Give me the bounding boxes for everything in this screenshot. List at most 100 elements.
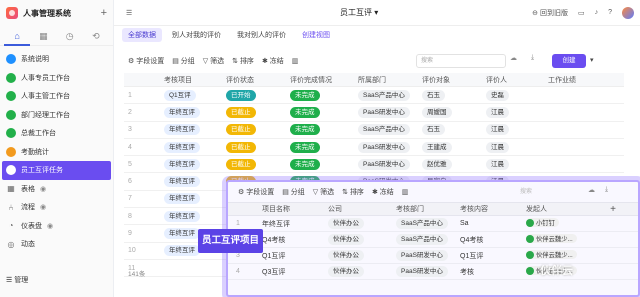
table-cell[interactable]: 小钉钉 [526,218,606,229]
table-cell[interactable]: 1 [228,220,262,227]
add-icon[interactable]: + [101,7,107,19]
freeze-button[interactable]: ✱ 冻结 [262,56,284,66]
popup-table-row[interactable]: 4 Q3互评 伙伴办公 PaaS研发中心 考核 伙伴云魏少... [228,264,638,280]
table-cell[interactable]: 伙伴办公 [328,218,396,229]
sidebar-section-dashboard[interactable]: ◔ 仪表盘 ◉ [0,217,113,236]
cloud-upload-icon[interactable]: ☁ [510,54,517,62]
eye-icon[interactable]: ◉ [47,222,53,230]
download-icon[interactable]: ⤓ [531,54,534,62]
table-cell[interactable]: Q4考核 [262,235,328,245]
chevron-down-icon[interactable]: ▾ [590,56,594,64]
table-row[interactable]: 3 年终互评 已截止 未完成 SaaS产品中心 石玉 江晨 [124,122,624,139]
table-cell[interactable]: 未完成 [290,106,358,118]
manage-button[interactable]: ☰ 管理 [6,275,28,285]
cloud-upload-icon[interactable]: ☁ [588,186,595,194]
popup-table-row[interactable]: 1 年终互评 伙伴办公 SaaS产品中心 Sa 小钉钉 [228,216,638,232]
tab-others-rate-me[interactable]: 别人对我的评价 [166,28,227,42]
table-cell[interactable]: 石玉 [422,124,486,136]
table-cell[interactable]: SaaS产品中心 [396,218,460,229]
table-cell[interactable]: 史磊 [486,89,548,101]
table-row[interactable]: 5 年终互评 已截止 未完成 PaaS研发中心 赵优雅 江晨 [124,156,624,174]
menu-icon[interactable]: ☰ [126,9,132,17]
table-row[interactable]: 2 年终互评 已截止 未完成 PaaS研发中心 周嫒国 江晨 [124,104,624,122]
header-cell[interactable]: 评价完成情况 [290,75,358,85]
table-cell[interactable]: 伙伴办公 [328,250,396,261]
table-cell[interactable]: 未完成 [290,124,358,136]
group-button[interactable]: ▤ 分组 [282,187,305,197]
header-cell[interactable]: 项目名称 [262,204,328,214]
create-button[interactable]: 创建 [552,54,586,68]
sort-button[interactable]: ⇅ 排序 [232,56,254,66]
table-cell[interactable]: Sa [460,220,526,227]
home-tab-icon[interactable]: ⌂ [4,26,31,46]
sync-tab-icon[interactable]: ⟲ [83,26,109,46]
table-cell[interactable]: 年终互评 [164,210,226,222]
doc-icon[interactable]: ▭ [578,9,585,17]
table-cell[interactable]: 已截止 [226,106,290,118]
sidebar-section-table[interactable]: ▦ 表格 ◉ [0,180,113,199]
table-cell[interactable]: Q1互评 [460,251,526,261]
header-cell[interactable]: 考核项目 [164,75,226,85]
table-cell[interactable]: 周嫒国 [422,106,486,118]
table-cell[interactable]: PaaS研发中心 [358,141,422,153]
table-cell[interactable]: PaaS研发中心 [358,106,422,118]
search-input[interactable]: 搜索 [416,54,506,68]
table-cell[interactable]: Q1互评 [262,251,328,261]
table-cell[interactable]: PaaS研发中心 [396,266,460,277]
table-cell[interactable]: 伙伴云魏少... [526,250,606,261]
table-cell[interactable]: 江晨 [486,141,548,153]
chart-icon[interactable]: ▥ [292,57,299,65]
table-cell[interactable]: 王建成 [422,141,486,153]
table-cell[interactable]: 伙伴云魏少... [526,234,606,245]
eye-icon[interactable]: ◉ [40,203,46,211]
table-cell[interactable]: 未完成 [290,158,358,170]
table-cell[interactable]: 江晨 [486,106,548,118]
table-cell[interactable]: 江晨 [486,158,548,170]
table-cell[interactable]: 年终互评 [262,219,328,229]
header-cell[interactable]: 发起人 [526,204,606,214]
table-cell[interactable]: 已截止 [226,158,290,170]
table-row[interactable]: 1 Q1互评 已开始 未完成 SaaS产品中心 石玉 史磊 [124,87,624,105]
table-cell[interactable]: 伙伴办公 [328,234,396,245]
reset-old-version-button[interactable]: ⊖ 回到旧版 [532,8,568,18]
table-cell[interactable]: 年终互评 [164,176,226,188]
table-cell[interactable]: 石玉 [422,89,486,101]
header-cell[interactable]: 所属部门 [358,75,422,85]
page-title[interactable]: 员工互评 ▾ [340,7,378,18]
table-cell[interactable]: 3 [124,126,164,133]
table-cell[interactable]: 9 [124,230,164,237]
download-icon[interactable]: ⤓ [605,186,608,194]
table-cell[interactable]: 1 [124,92,164,99]
chart-icon[interactable]: ▥ [402,188,409,196]
table-row[interactable]: 4 年终互评 已截止 未完成 PaaS研发中心 王建成 江晨 [124,139,624,157]
popup-table-row[interactable]: 3 Q1互评 伙伴办公 PaaS研发中心 Q1互评 伙伴云魏少... [228,248,638,264]
header-cell[interactable]: 评价对象 [422,75,486,85]
filter-button[interactable]: ▽ 筛选 [203,56,224,66]
table-cell[interactable]: 年终互评 [164,124,226,136]
table-cell[interactable]: 未完成 [290,141,358,153]
table-cell[interactable]: 年终互评 [164,193,226,205]
table-cell[interactable]: Q1互评 [164,89,226,101]
table-cell[interactable]: Q3互评 [262,267,328,277]
table-cell[interactable]: 4 [228,268,262,275]
avatar[interactable] [622,6,634,19]
table-cell[interactable]: 2 [124,109,164,116]
table-cell[interactable]: 已开始 [226,89,290,101]
tab-all-data[interactable]: 全部数据 [122,28,162,42]
table-cell[interactable]: 5 [124,161,164,168]
table-cell[interactable]: 6 [124,178,164,185]
group-button[interactable]: ▤ 分组 [172,56,195,66]
create-view-button[interactable]: 创建视图 [296,28,336,42]
sidebar-item-peer-review[interactable]: 员工互评任务 [2,161,111,180]
freeze-button[interactable]: ✱ 冻结 [372,187,394,197]
eye-icon[interactable]: ◉ [40,185,46,193]
table-cell[interactable]: 8 [124,213,164,220]
table-cell[interactable]: 年终互评 [164,106,226,118]
table-cell[interactable]: 10 [124,247,164,254]
table-cell[interactable]: 年终互评 [164,141,226,153]
header-cell[interactable]: 评价状态 [226,75,290,85]
table-cell[interactable]: 江晨 [486,124,548,136]
table-cell[interactable]: 赵优雅 [422,158,486,170]
popup-search-input[interactable]: 搜索 [520,186,580,198]
header-cell[interactable]: 评价人 [486,75,548,85]
